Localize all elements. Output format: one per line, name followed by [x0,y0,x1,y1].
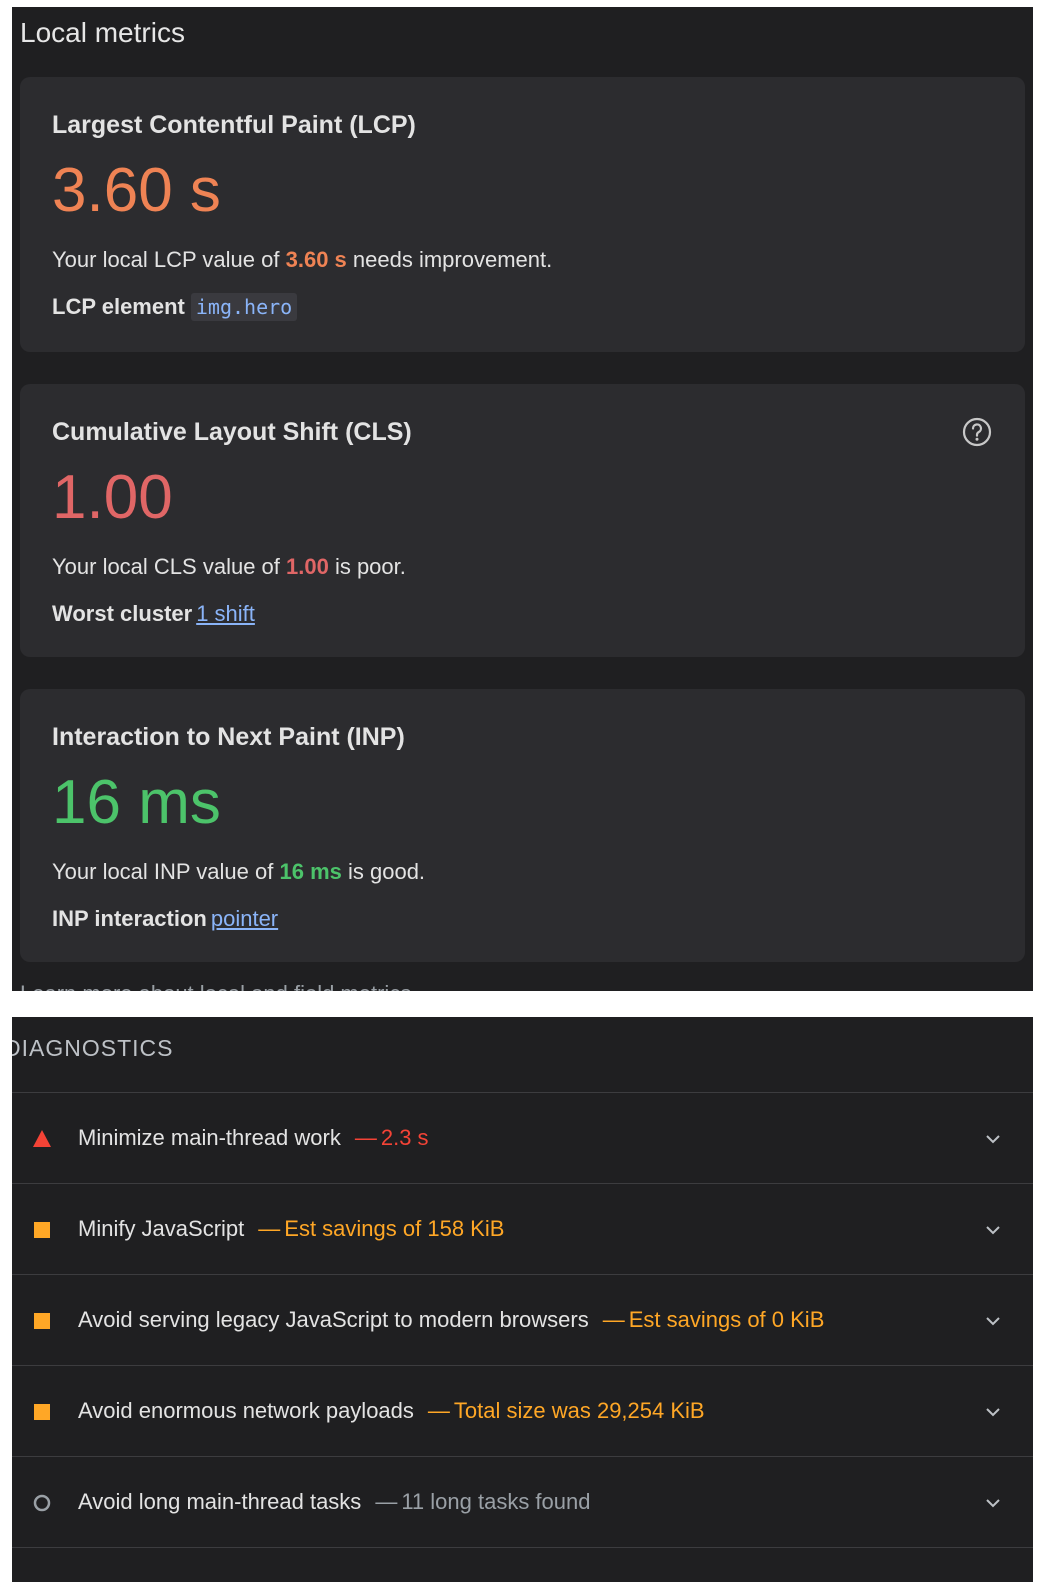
orange-square-icon [34,1222,50,1238]
inp-card: Interaction to Next Paint (INP) 16 ms Yo… [20,689,1025,962]
lcp-title: Largest Contentful Paint (LCP) [52,111,416,139]
inp-title: Interaction to Next Paint (INP) [52,723,405,751]
lcp-desc-value: 3.60 s [285,247,347,272]
inp-interaction-label: INP interaction [52,906,207,931]
diag-item-detail: 2.3 s [380,1125,429,1150]
gray-circle-icon [33,1494,51,1512]
diag-item-detail: Est savings of 0 KiB [628,1307,825,1332]
diag-item-main-thread-work[interactable]: Minimize main-thread work —2.3 s [12,1092,1033,1184]
diag-row-divider [12,1547,1033,1582]
inp-interaction-row: INP interaction pointer [52,906,278,932]
lcp-card: Largest Contentful Paint (LCP) 3.60 s Yo… [20,77,1025,352]
help-circle-icon[interactable] [961,416,993,448]
red-triangle-icon [33,1130,51,1147]
cls-cluster-link[interactable]: 1 shift [196,601,255,626]
cut-off-text: Learn more about local and field metrics [20,981,411,991]
lcp-description: Your local LCP value of 3.60 s needs imp… [52,247,553,272]
chevron-down-icon[interactable] [983,1493,1003,1513]
lcp-element-node[interactable]: img.hero [190,293,298,321]
diagnostics-panel: DIAGNOSTICS Minimize main-thread work —2.… [12,1017,1033,1582]
chevron-down-icon[interactable] [983,1311,1003,1331]
cls-value: 1.00 [52,463,173,532]
diag-item-label: Avoid enormous network payloads — Total si… [78,1398,705,1423]
lcp-element-label: LCP element [52,294,185,319]
diag-item-label: Avoid long main-thread tasks —11 long tas… [78,1489,591,1514]
inp-description: Your local INP value of 16 ms is good. [52,859,426,884]
inp-interaction-link[interactable]: pointer [211,906,278,931]
diag-item-detail: 11 long tasks found [401,1489,591,1514]
local-metrics-title: Local metrics [20,17,185,48]
diag-item-detail: Est savings of 158 KiB [284,1216,505,1241]
cls-desc-value: 1.00 [286,554,329,579]
orange-square-icon [34,1404,50,1420]
diag-item-label: Minimize main-thread work —2.3 s [78,1125,429,1150]
diag-item-detail: Total size was 29,254 KiB [453,1398,705,1423]
cls-cluster-label: Worst cluster [52,601,193,626]
diag-item-network-payloads[interactable]: Avoid enormous network payloads — Total si… [12,1365,1033,1457]
inp-desc-value: 16 ms [279,859,342,884]
chevron-down-icon[interactable] [983,1129,1003,1149]
chevron-down-icon[interactable] [983,1402,1003,1422]
diag-item-legacy-js[interactable]: Avoid serving legacy JavaScript to moder… [12,1274,1033,1366]
local-metrics-panel: Local metrics Largest Contentful Paint (… [12,7,1033,991]
inp-value: 16 ms [52,768,221,837]
diag-item-label: Minify JavaScript — Est savings of 158 KiB [78,1216,505,1241]
cls-card: Cumulative Layout Shift (CLS) 1.00 Your … [20,384,1025,657]
diag-item-long-tasks[interactable]: Avoid long main-thread tasks —11 long tas… [12,1456,1033,1548]
diagnostics-heading: DIAGNOSTICS [12,1035,174,1061]
lcp-value: 3.60 s [52,156,221,225]
chevron-down-icon[interactable] [983,1220,1003,1240]
cls-cluster-row: Worst cluster 1 shift [52,601,255,627]
cls-title: Cumulative Layout Shift (CLS) [52,418,412,446]
lcp-element-row: LCP element img.hero [52,293,298,321]
orange-square-icon [34,1313,50,1329]
diag-item-minify-js[interactable]: Minify JavaScript — Est savings of 158 KiB [12,1183,1033,1275]
diag-item-label: Avoid serving legacy JavaScript to moder… [78,1307,825,1332]
cls-description: Your local CLS value of 1.00 is poor. [52,554,406,579]
